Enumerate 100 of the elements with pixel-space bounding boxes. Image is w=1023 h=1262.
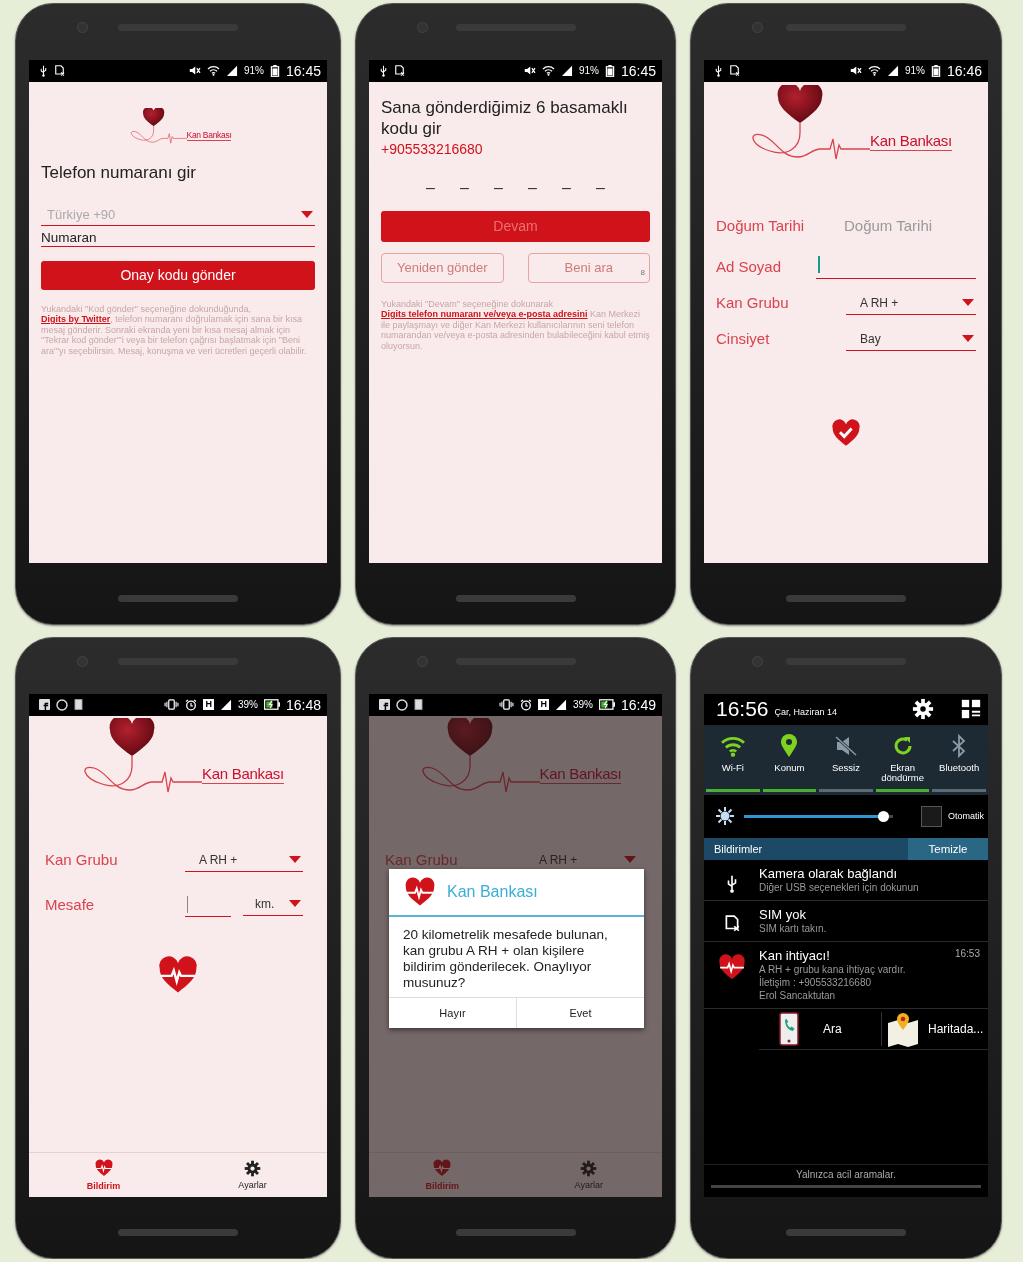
slider-thumb[interactable] — [877, 810, 889, 822]
sim-card-icon — [723, 914, 740, 933]
brightness-icon — [716, 807, 734, 826]
screen-title: Sana gönderdiğimiz 6 basamaklı kodu gir — [381, 96, 629, 139]
phone-camera — [417, 22, 428, 33]
send-code-button[interactable]: Onay kodu gönder — [41, 260, 315, 290]
battery-charging-icon — [598, 699, 615, 711]
clear-button[interactable]: Temizle — [908, 837, 988, 860]
notification-text: Erol Sancaktutan — [759, 988, 837, 1002]
wifi-icon — [206, 65, 220, 77]
usb-icon — [379, 64, 388, 77]
dialog-message: 20 kilometrelik mesafede bulunan, kan grubu A RH + olan kişilere bildirim gönderilecek. Onaylıyor musunuz? — [402, 925, 609, 992]
dialog-button[interactable]: Hayır — [389, 997, 516, 1028]
signal-icon — [886, 65, 899, 77]
mute-icon — [187, 65, 201, 77]
code-digit-field[interactable]: – — [556, 178, 577, 197]
logo-text: Kan Bankası — [202, 765, 284, 784]
battery-icon — [604, 64, 615, 77]
notification-title: SIM yok — [759, 906, 806, 922]
battery-icon — [930, 64, 941, 77]
dropdown[interactable]: A RH + — [846, 292, 976, 315]
countdown-number: 8 — [640, 267, 645, 277]
notification-text: A RH + grubu kana ihtiyaç vardır. — [759, 963, 907, 976]
quick-toggle[interactable]: Sessiz — [819, 725, 873, 792]
battery-percent: 39% — [572, 699, 593, 711]
quick-toggle[interactable]: Ekran döndürme — [875, 725, 930, 792]
signal-icon — [554, 699, 567, 711]
quick-toggle[interactable]: Bluetooth — [932, 725, 986, 792]
square-icon — [414, 699, 423, 711]
code-digit-field[interactable]: – — [488, 178, 509, 197]
vibrate-icon — [164, 699, 180, 711]
usb-icon — [714, 64, 723, 77]
heart-pulse-icon — [432, 1158, 453, 1179]
network-type-badge: H — [538, 699, 549, 711]
sim-card-icon — [394, 64, 405, 77]
circle-icon — [396, 698, 408, 711]
dropdown[interactable]: A RH + — [185, 849, 303, 872]
caret-icon — [962, 335, 974, 343]
phone-camera — [417, 656, 428, 667]
signal-icon — [560, 65, 573, 77]
signal-icon — [225, 65, 238, 77]
clock-time: 16:45 — [285, 62, 321, 79]
quick-toggle[interactable]: Konum — [762, 725, 817, 792]
app-square-icon — [379, 699, 390, 711]
terms-link[interactable]: Digits by Twitter — [41, 314, 111, 325]
battery-icon — [269, 64, 280, 77]
mute-icon — [834, 734, 858, 757]
code-digit-field[interactable]: – — [454, 178, 475, 197]
location-pin-icon — [780, 733, 799, 758]
field-label: Mesafe — [45, 895, 96, 915]
distance-field[interactable] — [185, 893, 231, 917]
footer-text: Yalnızca acil aramalar. — [796, 1168, 896, 1180]
circle-icon — [56, 698, 68, 711]
battery-percent: 91% — [243, 65, 264, 77]
unit-dropdown[interactable]: km. — [243, 893, 303, 916]
clock-time: 16:56 — [716, 697, 769, 722]
settings-icon[interactable] — [244, 1159, 261, 1177]
notification-action[interactable]: Haritada... — [882, 1010, 988, 1047]
checkbox[interactable] — [921, 805, 942, 827]
app-square-icon — [39, 699, 50, 711]
field-label: Kan Grubu — [45, 850, 119, 870]
notification-action[interactable]: Ara — [759, 1011, 882, 1046]
phone-number-field[interactable]: Numaran — [41, 229, 315, 247]
settings-icon[interactable] — [912, 698, 934, 721]
nav-tab[interactable]: Ayarlar — [178, 1152, 327, 1197]
caret-icon — [962, 299, 974, 307]
clock-time: 16:48 — [285, 696, 321, 713]
notification-title: Kamera olarak bağlandı — [759, 865, 898, 881]
date-field[interactable]: Doğum Tarihi — [816, 216, 976, 238]
map-pin-icon — [886, 1010, 920, 1047]
dropdown[interactable]: Bay — [846, 328, 976, 351]
phone-device-icon — [779, 1011, 799, 1046]
logo-text: Kan Bankası — [870, 132, 952, 151]
sim-card-icon — [729, 64, 740, 77]
grid-icon[interactable] — [960, 698, 982, 721]
battery-percent: 39% — [237, 699, 258, 711]
code-digit-field[interactable]: – — [420, 178, 441, 197]
mute-icon — [848, 65, 862, 77]
clock-time: 16:49 — [620, 696, 656, 713]
heart-pulse-icon — [93, 1158, 114, 1179]
nav-tab[interactable]: Bildirim — [29, 1152, 178, 1197]
caret-icon — [289, 856, 301, 864]
dialog-button[interactable]: Evet — [516, 997, 644, 1028]
wifi-icon — [541, 65, 555, 77]
caret-icon — [301, 210, 313, 218]
battery-charging-icon — [263, 699, 280, 711]
usb-icon — [39, 64, 48, 77]
caret-icon — [624, 856, 636, 864]
code-digit-field[interactable]: – — [522, 178, 543, 197]
logo-text: Kan Bankası — [539, 765, 622, 784]
phone-camera — [752, 656, 763, 667]
logo-text: Kan Bankası — [186, 131, 232, 141]
checkbox-label: Otomatik — [948, 811, 984, 822]
screen-title: Telefon numaranı gir — [41, 161, 197, 183]
quick-toggle[interactable]: Wi-Fi — [706, 725, 760, 792]
code-digit-field[interactable]: – — [590, 178, 611, 197]
wifi-icon — [867, 65, 881, 77]
notification-text: Diğer USB seçenekleri için dokunun — [759, 881, 920, 894]
terms-link[interactable]: Digits telefon numaranı ve/veya e-posta adresini — [381, 309, 588, 320]
alarm-clock-icon — [520, 698, 533, 711]
